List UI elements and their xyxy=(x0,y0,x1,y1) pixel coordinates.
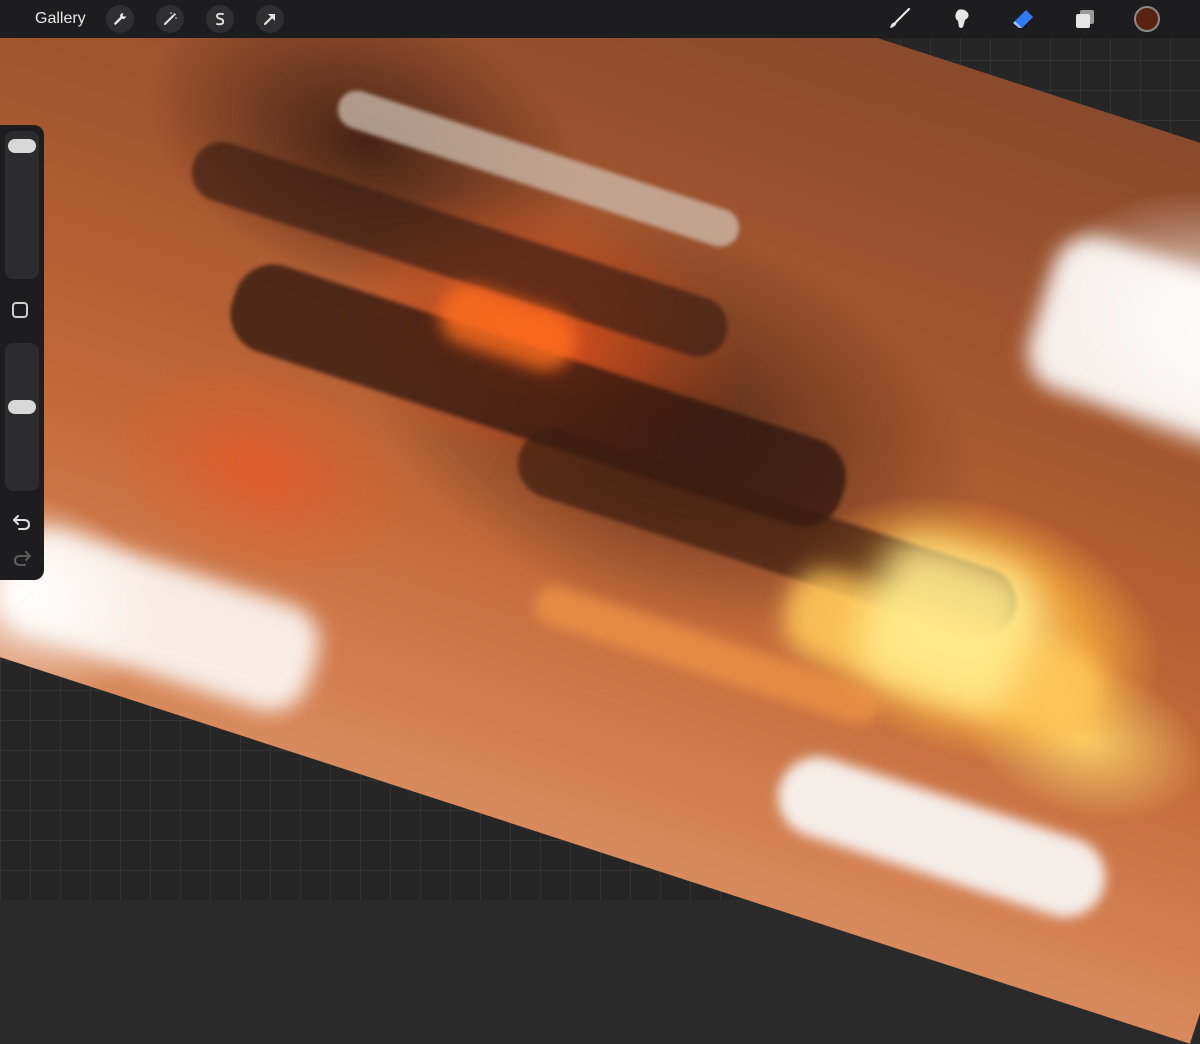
right-tool-group xyxy=(886,0,1200,38)
smudge-icon xyxy=(955,9,969,28)
opacity-slider[interactable] xyxy=(5,343,39,491)
layers-button[interactable] xyxy=(1072,6,1098,32)
undo-button[interactable] xyxy=(10,512,34,532)
modify-button[interactable] xyxy=(12,302,28,318)
paint-streak xyxy=(1017,225,1200,471)
wrench-icon xyxy=(113,13,126,25)
redo-button[interactable] xyxy=(10,548,34,568)
magic-wand-icon xyxy=(163,12,177,25)
smudge-button[interactable] xyxy=(948,6,974,32)
adjustments-button[interactable] xyxy=(155,5,184,33)
brush-size-slider[interactable] xyxy=(5,131,39,279)
paint-streak xyxy=(767,746,1116,928)
left-sidebar xyxy=(0,125,44,580)
gallery-button[interactable]: Gallery xyxy=(35,10,86,28)
brush-icon xyxy=(890,7,911,28)
brush-size-thumb[interactable] xyxy=(8,138,36,153)
redo-icon xyxy=(13,551,31,566)
opacity-thumb[interactable] xyxy=(8,399,36,414)
transform-button[interactable] xyxy=(255,5,284,33)
eraser-button[interactable] xyxy=(1010,6,1036,32)
undo-icon xyxy=(13,515,31,530)
actions-button[interactable] xyxy=(105,5,134,33)
selection-button[interactable] xyxy=(205,5,234,33)
transform-arrow-icon xyxy=(263,14,275,25)
color-swatch[interactable] xyxy=(1134,6,1160,32)
eraser-icon xyxy=(1013,10,1033,28)
layers-icon xyxy=(1076,10,1094,28)
top-toolbar: Gallery xyxy=(0,0,1200,38)
brush-button[interactable] xyxy=(886,6,912,32)
selection-icon xyxy=(215,12,224,26)
